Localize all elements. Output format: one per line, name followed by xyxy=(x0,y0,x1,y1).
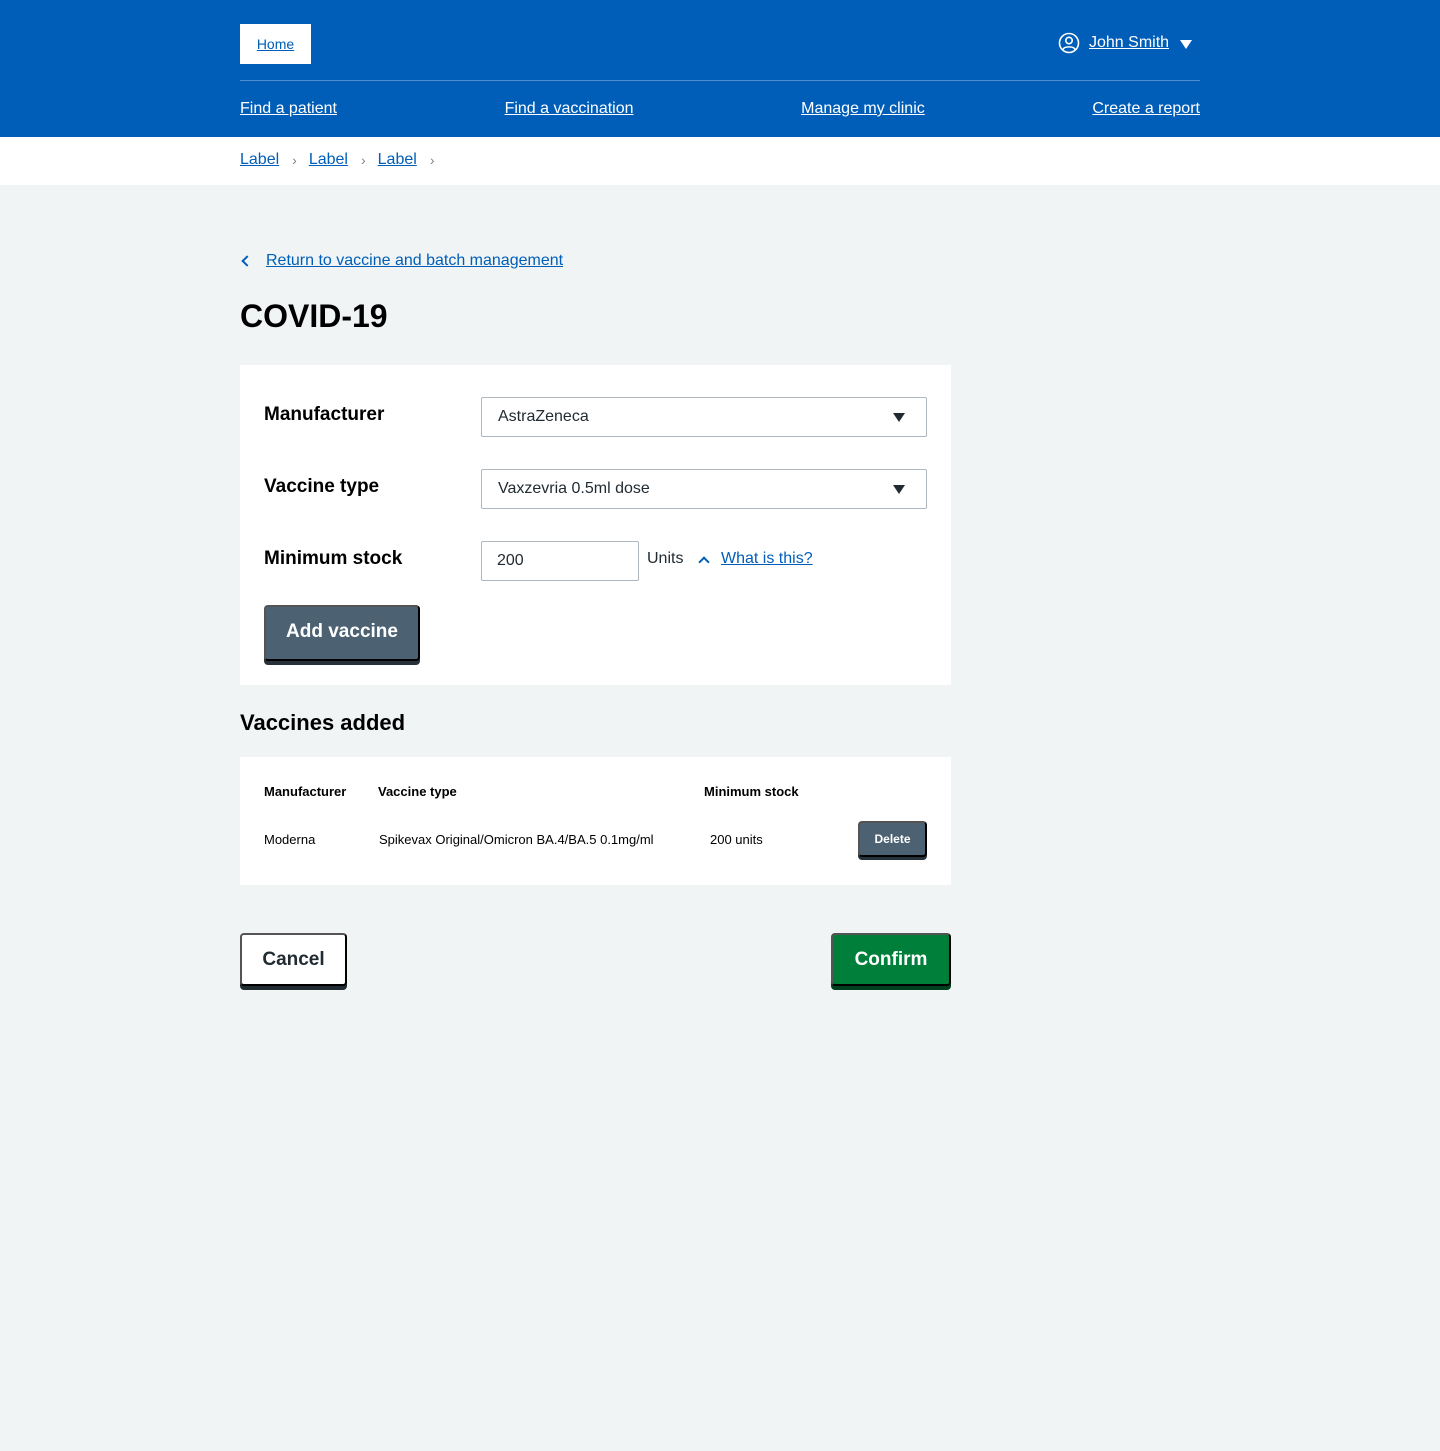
minimum-stock-input[interactable]: 200 xyxy=(481,541,639,581)
breadcrumb: Label › Label › Label › xyxy=(240,151,446,169)
column-header-manufacturer: Manufacturer xyxy=(264,784,347,799)
cancel-button[interactable]: Cancel xyxy=(240,933,347,986)
add-vaccine-button[interactable]: Add vaccine xyxy=(264,605,420,661)
site-header: Home John Smith Find a patient Find a va… xyxy=(0,0,1440,137)
manufacturer-select[interactable]: AstraZeneca xyxy=(481,397,927,437)
units-label: Units xyxy=(647,550,684,567)
manufacturer-label: Manufacturer xyxy=(264,404,385,425)
chevron-right-icon: › xyxy=(292,152,297,168)
delete-button[interactable]: Delete xyxy=(858,821,927,857)
chevron-up-icon xyxy=(698,555,710,568)
add-vaccine-form: Manufacturer AstraZeneca Vaccine type Va… xyxy=(240,365,951,685)
minimum-stock-value: 200 xyxy=(497,552,524,569)
nav-find-vaccination[interactable]: Find a vaccination xyxy=(505,100,634,124)
user-name[interactable]: John Smith xyxy=(1089,34,1169,52)
dropdown-arrow-icon xyxy=(893,485,905,494)
column-header-minimum-stock: Minimum stock xyxy=(704,784,799,799)
what-is-this-toggle[interactable]: What is this? xyxy=(698,550,813,568)
nav-create-report[interactable]: Create a report xyxy=(1092,100,1200,124)
breadcrumb-item-3[interactable]: Label xyxy=(378,151,417,169)
back-link-label[interactable]: Return to vaccine and batch management xyxy=(266,252,563,270)
nav-find-patient[interactable]: Find a patient xyxy=(240,100,337,124)
cell-vaccine-type: Spikevax Original/Omicron BA.4/BA.5 0.1m… xyxy=(379,832,654,847)
minimum-stock-label: Minimum stock xyxy=(264,548,403,569)
user-menu[interactable]: John Smith xyxy=(1058,31,1193,55)
breadcrumb-bar: Label › Label › Label › xyxy=(0,137,1440,185)
back-link[interactable]: Return to vaccine and batch management xyxy=(241,252,563,270)
manufacturer-value: AstraZeneca xyxy=(498,408,589,425)
confirm-button[interactable]: Confirm xyxy=(831,933,951,986)
user-account-icon xyxy=(1058,32,1080,54)
home-link[interactable]: Home xyxy=(240,24,311,64)
vaccine-type-select[interactable]: Vaxzevria 0.5ml dose xyxy=(481,469,927,509)
column-header-vaccine-type: Vaccine type xyxy=(378,784,457,799)
vaccine-type-value: Vaxzevria 0.5ml dose xyxy=(498,480,650,497)
chevron-right-icon: › xyxy=(360,152,366,168)
nav-manage-clinic[interactable]: Manage my clinic xyxy=(801,100,925,124)
caret-down-icon[interactable] xyxy=(1180,39,1193,49)
vaccines-added-heading: Vaccines added xyxy=(240,710,406,735)
what-is-this-link[interactable]: What is this? xyxy=(721,550,813,568)
page-title: COVID-19 xyxy=(240,298,388,334)
breadcrumb-item-1[interactable]: Label xyxy=(240,151,279,169)
breadcrumb-item-2[interactable]: Label xyxy=(309,151,348,169)
primary-nav: Find a patient Find a vaccination Manage… xyxy=(240,100,1200,124)
header-divider xyxy=(240,80,1200,81)
cell-manufacturer: Moderna xyxy=(264,832,316,847)
cell-minimum-stock: 200 units xyxy=(710,832,763,847)
chevron-right-icon: › xyxy=(429,152,435,168)
chevron-left-icon xyxy=(241,255,253,267)
dropdown-arrow-icon xyxy=(893,413,905,422)
vaccine-type-label: Vaccine type xyxy=(264,476,380,497)
vaccines-added-table: Manufacturer Vaccine type Minimum stock … xyxy=(240,757,951,885)
